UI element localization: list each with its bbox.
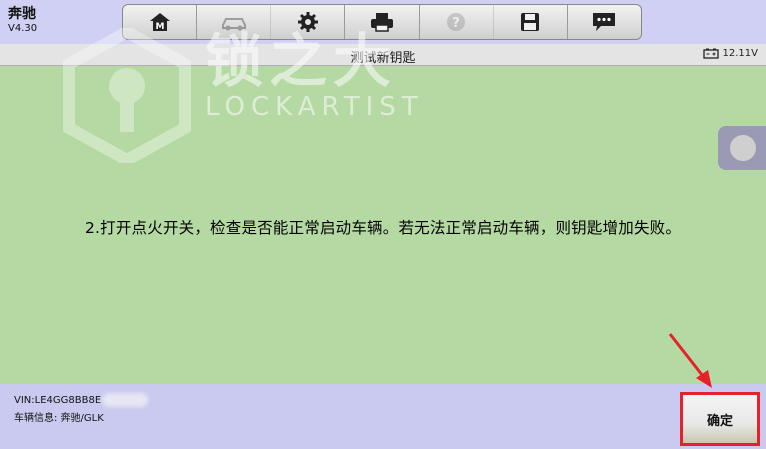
battery-voltage: 12.11V [722,48,758,59]
svg-text:M: M [155,22,164,32]
gear-icon [297,12,318,32]
message-icon [593,13,616,31]
toolbar: M ? [122,4,642,40]
app-version: V4.30 [8,23,38,34]
help-icon: ? [447,13,466,31]
car-icon [221,18,246,31]
svg-text:?: ? [452,16,460,31]
content-area: 2.打开点火开关，检查是否能正常启动车辆。若无法正常启动车辆，则钥匙增加失败。 [0,66,766,384]
printer-icon [370,13,393,32]
handle-knob [730,135,756,161]
vehicle-button[interactable] [197,5,272,39]
save-icon [521,13,540,31]
settings-button[interactable] [271,5,346,39]
vin-redaction [102,393,148,407]
side-drawer-handle[interactable] [718,126,766,170]
vin-label: VIN:LE4GG8BB8E [14,395,102,406]
top-bar: 奔驰 V4.30 M ? [0,0,766,44]
instruction-message: 2.打开点火开关，检查是否能正常启动车辆。若无法正常启动车辆，则钥匙增加失败。 [84,219,682,237]
home-button[interactable]: M [123,5,198,39]
brand: 奔驰 V4.30 [8,6,37,36]
title-bar: 测试新钥匙 12.11V [0,44,766,66]
red-arrow-annotation [668,333,712,388]
battery-icon [702,48,719,59]
footer: VIN:LE4GG8BB8E 车辆信息: 奔驰/GLK [0,384,766,449]
save-button[interactable] [494,5,568,39]
home-icon: M [149,13,170,32]
help-button[interactable]: ? [420,5,494,39]
app-name: 奔驰 [8,6,36,22]
vehicle-info: 车辆信息: 奔驰/GLK [14,413,104,424]
battery-status: 12.11V [702,48,758,59]
page-title: 测试新钥匙 [350,51,416,66]
print-button[interactable] [345,5,420,39]
confirm-button[interactable]: 确定 [680,392,760,446]
message-button[interactable] [568,5,641,39]
